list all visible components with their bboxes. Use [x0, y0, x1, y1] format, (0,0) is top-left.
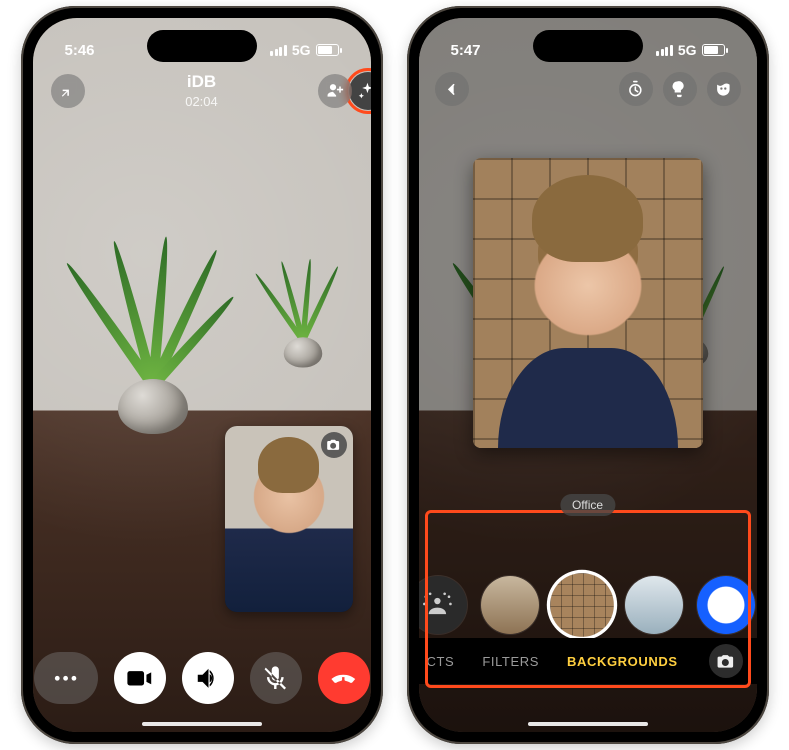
selected-background-label: Office — [560, 494, 615, 516]
dynamic-island — [533, 30, 643, 62]
background-option-globe[interactable] — [697, 576, 755, 634]
add-person-icon — [326, 81, 345, 100]
network-label: 5G — [292, 42, 311, 58]
end-call-button[interactable] — [318, 652, 370, 704]
home-indicator[interactable] — [142, 722, 262, 726]
contact-name: iDB — [185, 72, 218, 92]
speaker-button[interactable] — [182, 652, 234, 704]
plant-decor — [93, 204, 213, 404]
back-button[interactable] — [435, 72, 469, 106]
tab-filters[interactable]: FILTERS — [482, 654, 539, 669]
mute-icon — [261, 664, 290, 693]
battery-icon — [316, 44, 339, 56]
signal-icon — [270, 45, 287, 56]
home-indicator[interactable] — [528, 722, 648, 726]
network-label: 5G — [678, 42, 697, 58]
background-option-room[interactable] — [481, 576, 539, 634]
status-right: 5G — [270, 42, 338, 58]
call-header: iDB 02:04 — [33, 72, 371, 109]
background-option-office[interactable] — [550, 573, 614, 637]
tab-backgrounds[interactable]: BACKGROUNDS — [567, 654, 678, 669]
flip-camera-button[interactable] — [321, 432, 347, 458]
video-button[interactable] — [114, 652, 166, 704]
tab-effects[interactable]: CTS — [427, 654, 455, 669]
video-icon — [125, 664, 154, 693]
effects-tabs: CTS FILTERS BACKGROUNDS — [419, 638, 757, 684]
screen-right: 5:47 5G — [419, 18, 757, 732]
minimize-button[interactable] — [51, 74, 85, 108]
backgrounds-tray: CTS FILTERS BACKGROUNDS — [419, 512, 757, 732]
background-option-blur[interactable] — [419, 576, 467, 634]
back-icon — [442, 80, 461, 99]
call-duration: 02:04 — [185, 94, 218, 109]
battery-icon — [702, 44, 725, 56]
end-call-icon — [329, 664, 358, 693]
call-title: iDB 02:04 — [185, 72, 218, 109]
mute-button[interactable] — [250, 652, 302, 704]
add-person-button[interactable] — [318, 74, 352, 108]
self-view-pip[interactable] — [225, 426, 353, 612]
background-preview — [473, 158, 703, 448]
effects-top-controls — [419, 72, 757, 106]
effects-mask-button[interactable] — [707, 72, 741, 106]
dynamic-island — [147, 30, 257, 62]
phone-left: 5:46 5G iDB 02:04 — [21, 6, 383, 744]
effects-icon — [714, 80, 733, 99]
more-icon — [48, 664, 83, 693]
blur-icon — [420, 588, 455, 623]
signal-icon — [656, 45, 673, 56]
status-right: 5G — [656, 42, 724, 58]
speaker-icon — [193, 664, 222, 693]
status-time: 5:47 — [451, 42, 481, 59]
flash-icon — [670, 80, 689, 99]
capture-button[interactable] — [709, 644, 743, 678]
more-button[interactable] — [34, 652, 98, 704]
minimize-icon — [58, 81, 77, 100]
timer-button[interactable] — [619, 72, 653, 106]
camera-icon — [716, 652, 735, 671]
plant-decor — [270, 241, 336, 351]
background-options-row[interactable] — [419, 576, 757, 634]
status-time: 5:46 — [65, 42, 95, 59]
timer-icon — [626, 80, 645, 99]
flash-button[interactable] — [663, 72, 697, 106]
phone-right: 5:47 5G — [407, 6, 769, 744]
background-option-city[interactable] — [625, 576, 683, 634]
remote-video-feed — [33, 18, 371, 732]
call-controls — [33, 652, 371, 704]
screen-left: 5:46 5G iDB 02:04 — [33, 18, 371, 732]
flip-camera-icon — [326, 438, 340, 452]
